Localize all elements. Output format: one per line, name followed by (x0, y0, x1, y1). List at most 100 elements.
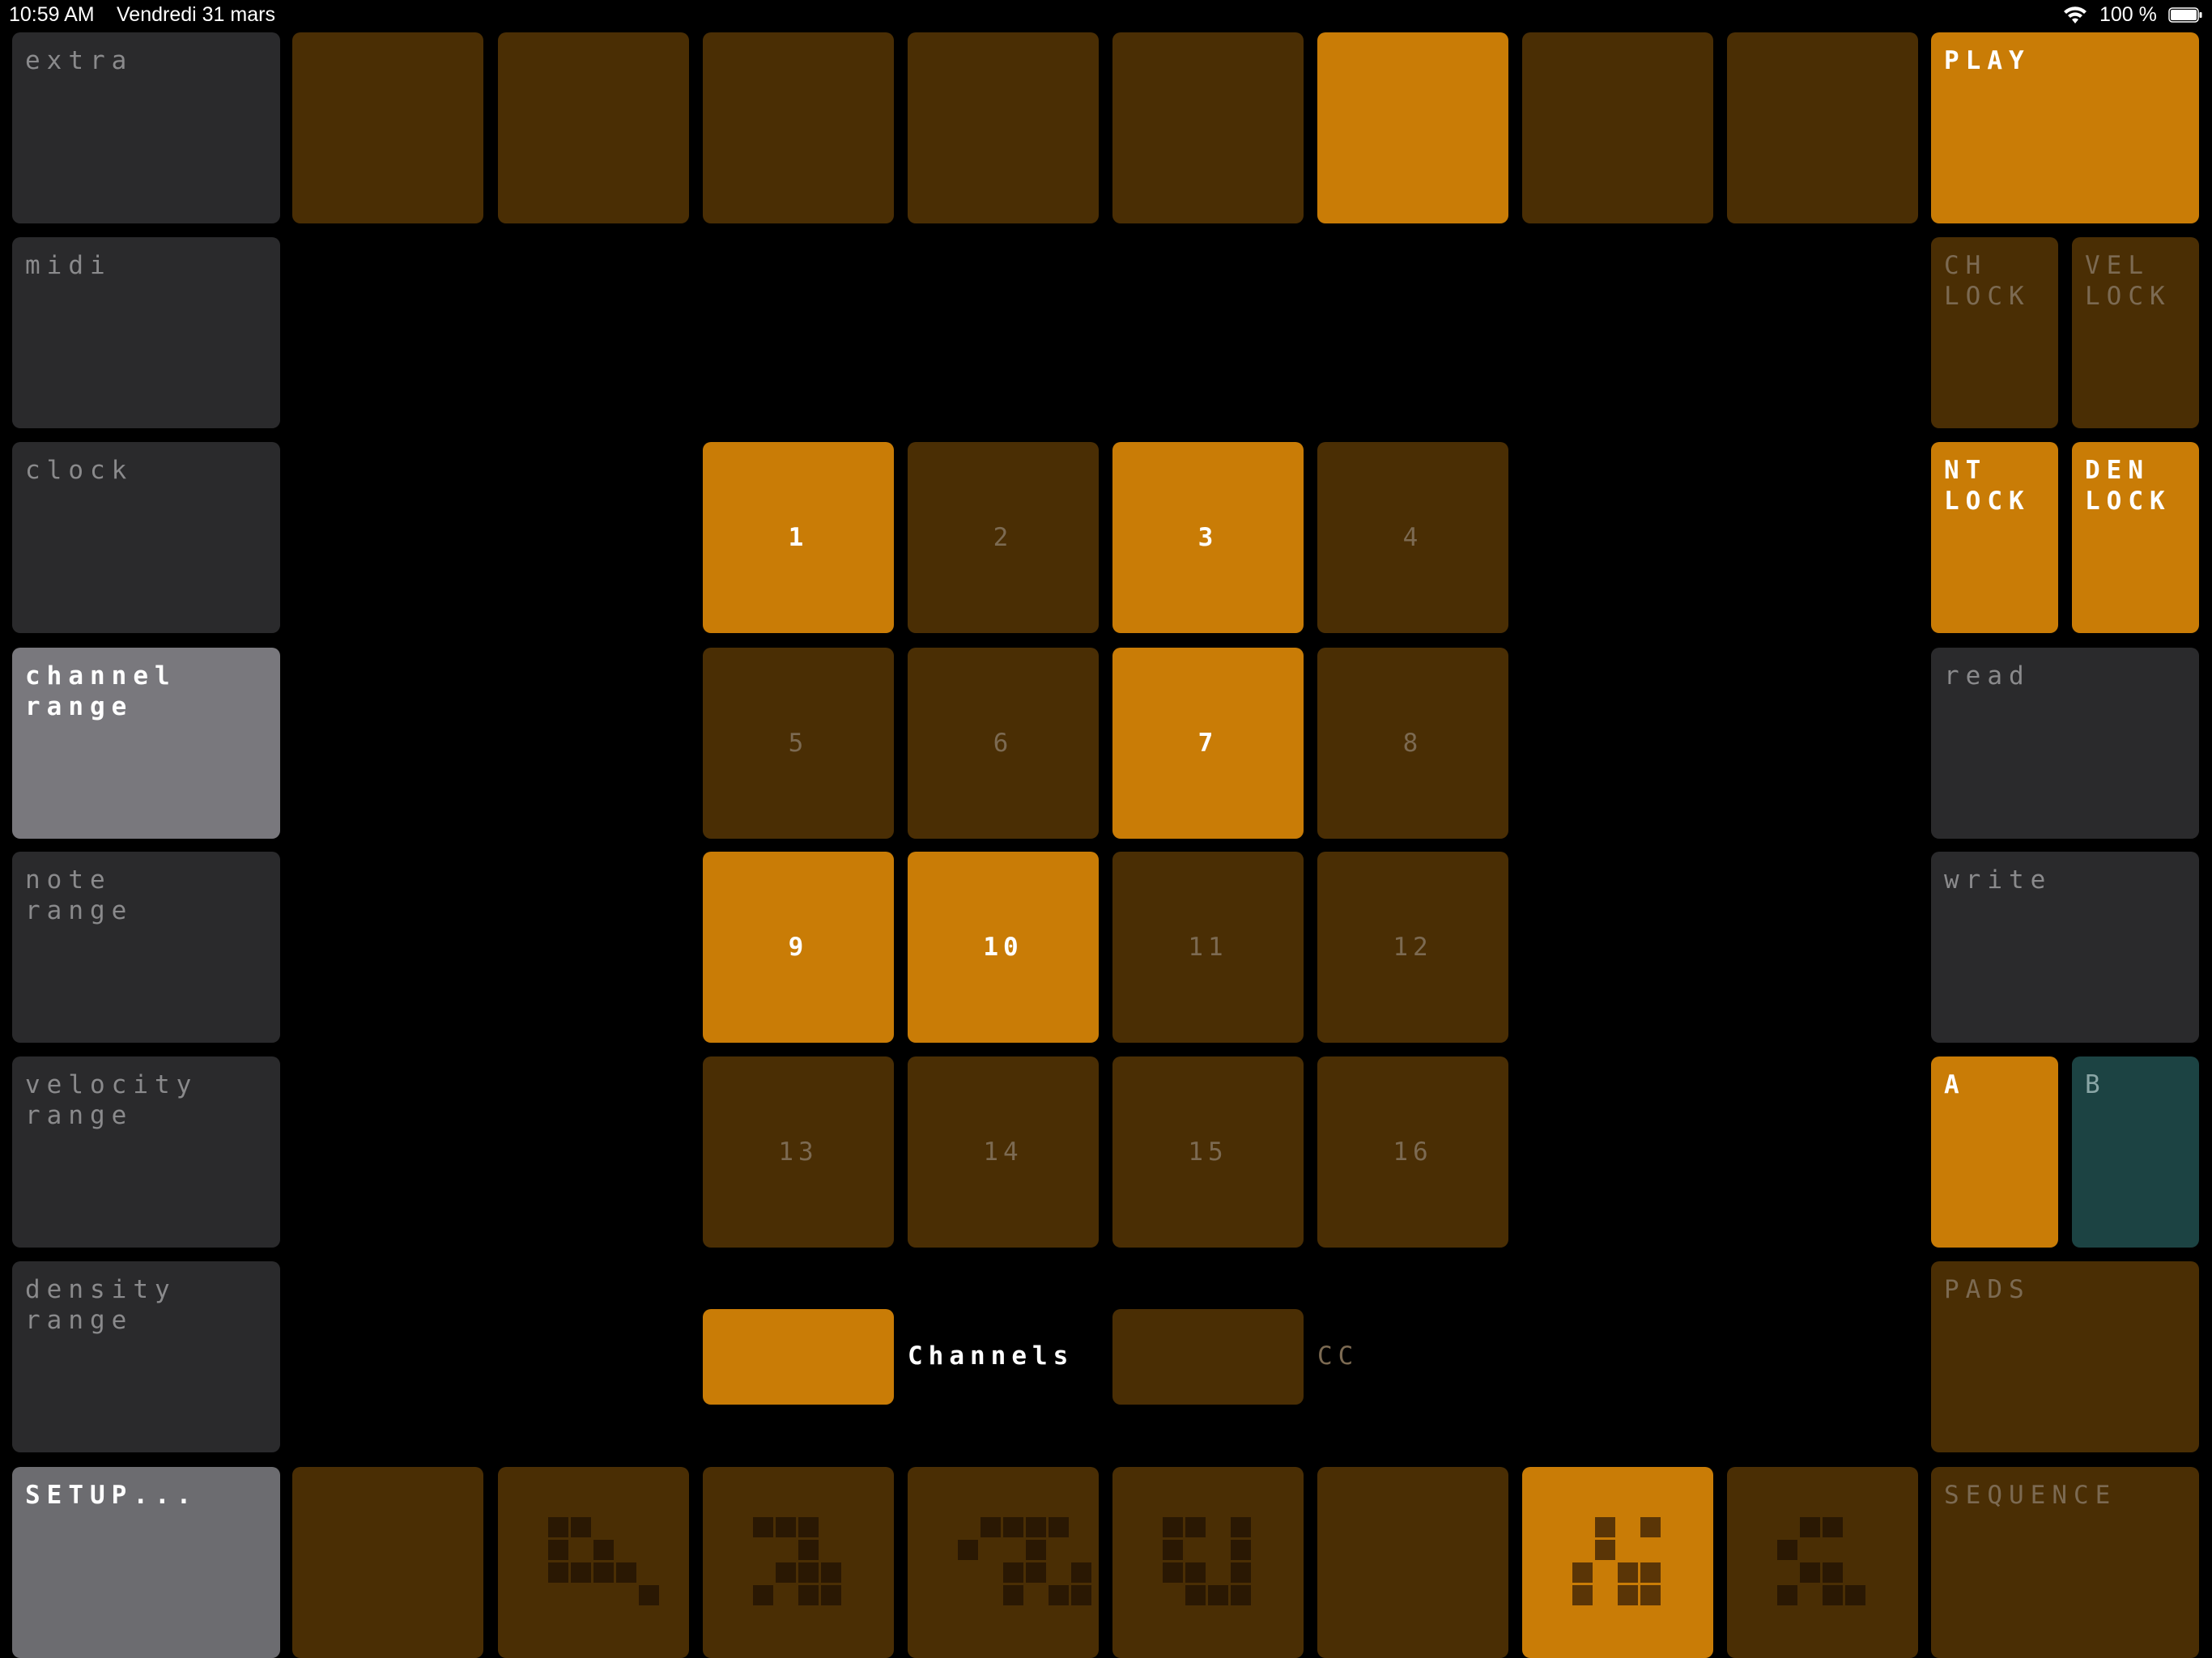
channel-pad-16[interactable]: 16 (1317, 1056, 1508, 1248)
sequence-button[interactable]: SEQUENCE (1931, 1467, 2199, 1658)
channel-pad-6[interactable]: 6 (908, 648, 1099, 839)
menu-item-label: channel range (25, 661, 177, 721)
glyph-cell (958, 1540, 978, 1560)
glyph-cell (798, 1540, 819, 1560)
channels-toggle-label: Channels (908, 1341, 1074, 1371)
channel-pad-label: 13 (778, 1137, 819, 1167)
wifi-icon (2064, 6, 2087, 23)
glyph-cell (1003, 1517, 1023, 1537)
lock-label: CH LOCK (1944, 251, 2031, 311)
glyph-cell (639, 1585, 659, 1605)
pattern-pad-5[interactable] (1112, 1467, 1304, 1658)
channel-pad-12[interactable]: 12 (1317, 852, 1508, 1043)
lock-button-2[interactable]: NT LOCK (1931, 442, 2058, 633)
top-pad-6[interactable] (1317, 32, 1508, 223)
glyph-cell (1640, 1517, 1661, 1537)
menu-item-4[interactable]: note range (12, 852, 280, 1043)
menu-item-1[interactable]: midi (12, 237, 280, 428)
cc-toggle[interactable] (1112, 1309, 1304, 1405)
menu-item-2[interactable]: clock (12, 442, 280, 633)
glyph-cell (1185, 1517, 1206, 1537)
menu-item-label: midi (25, 251, 112, 280)
top-pad-5[interactable] (1112, 32, 1304, 223)
pads-label: PADS (1944, 1275, 2031, 1304)
lock-label: NT LOCK (1944, 456, 2031, 516)
glyph-cell (1163, 1540, 1183, 1560)
channel-pad-14[interactable]: 14 (908, 1056, 1099, 1248)
lock-button-0[interactable]: CH LOCK (1931, 237, 2058, 428)
channel-pad-7[interactable]: 7 (1112, 648, 1304, 839)
menu-item-0[interactable]: extra (12, 32, 280, 223)
channel-pad-8[interactable]: 8 (1317, 648, 1508, 839)
pattern-pad-6[interactable] (1317, 1467, 1508, 1658)
pads-button[interactable]: PADS (1931, 1261, 2199, 1452)
top-pad-4[interactable] (908, 32, 1099, 223)
channel-pad-label: 5 (788, 729, 809, 758)
glyph-cell (981, 1517, 1001, 1537)
pattern-glyph-icon (548, 1517, 659, 1605)
channel-pad-label: 11 (1188, 933, 1228, 962)
lock-button-1[interactable]: VEL LOCK (2072, 237, 2199, 428)
pattern-pad-7[interactable] (1522, 1467, 1713, 1658)
channel-pad-5[interactable]: 5 (703, 648, 894, 839)
channel-pad-13[interactable]: 13 (703, 1056, 894, 1248)
channel-pad-10[interactable]: 10 (908, 852, 1099, 1043)
top-pad-3[interactable] (703, 32, 894, 223)
a-button[interactable]: A (1931, 1056, 2058, 1248)
glyph-cell (1208, 1585, 1228, 1605)
channel-pad-2[interactable]: 2 (908, 442, 1099, 633)
setup-button[interactable]: SETUP... (12, 1467, 280, 1658)
channel-pad-label: 3 (1197, 523, 1219, 552)
channel-pad-label: 8 (1402, 729, 1423, 758)
channel-pad-4[interactable]: 4 (1317, 442, 1508, 633)
setup-label: SETUP... (25, 1481, 198, 1510)
battery-icon (2168, 7, 2202, 23)
pattern-pad-2[interactable] (498, 1467, 689, 1658)
glyph-cell (1026, 1517, 1046, 1537)
channel-pad-label: 16 (1393, 1137, 1433, 1167)
glyph-cell (1572, 1585, 1593, 1605)
glyph-cell (1026, 1540, 1046, 1560)
top-pad-8[interactable] (1727, 32, 1918, 223)
pattern-pad-3[interactable] (703, 1467, 894, 1658)
glyph-cell (1640, 1562, 1661, 1583)
pattern-pad-4[interactable] (908, 1467, 1099, 1658)
status-date: Vendredi 31 mars (117, 3, 275, 26)
channel-pad-9[interactable]: 9 (703, 852, 894, 1043)
channel-pad-3[interactable]: 3 (1112, 442, 1304, 633)
menu-item-label: note range (25, 865, 134, 925)
channels-toggle[interactable] (703, 1309, 894, 1405)
glyph-cell (571, 1562, 591, 1583)
b-button[interactable]: B (2072, 1056, 2199, 1248)
channel-pad-label: 1 (788, 523, 809, 552)
lock-button-3[interactable]: DEN LOCK (2072, 442, 2199, 633)
channel-pad-11[interactable]: 11 (1112, 852, 1304, 1043)
glyph-cell (1231, 1517, 1251, 1537)
write-button[interactable]: write (1931, 852, 2199, 1043)
play-button[interactable]: PLAY (1931, 32, 2199, 223)
menu-item-5[interactable]: velocity range (12, 1056, 280, 1248)
pattern-glyph-icon (1572, 1517, 1661, 1605)
status-bar: 10:59 AM Vendredi 31 mars 100 % (0, 0, 2212, 29)
menu-item-label: clock (25, 456, 134, 485)
channel-pad-1[interactable]: 1 (703, 442, 894, 633)
glyph-cell (548, 1540, 568, 1560)
cc-toggle-label: CC (1317, 1341, 1359, 1371)
top-pad-1[interactable] (292, 32, 483, 223)
read-label: read (1944, 661, 2031, 691)
glyph-cell (1640, 1585, 1661, 1605)
top-pad-2[interactable] (498, 32, 689, 223)
channel-pad-15[interactable]: 15 (1112, 1056, 1304, 1248)
menu-item-6[interactable]: density range (12, 1261, 280, 1452)
glyph-cell (753, 1517, 773, 1537)
read-button[interactable]: read (1931, 648, 2199, 839)
top-pad-7[interactable] (1522, 32, 1713, 223)
channel-pad-label: 7 (1197, 729, 1219, 758)
pattern-pad-1[interactable] (292, 1467, 483, 1658)
glyph-cell (1071, 1585, 1091, 1605)
glyph-cell (593, 1562, 614, 1583)
glyph-cell (1800, 1562, 1820, 1583)
menu-item-3[interactable]: channel range (12, 648, 280, 839)
glyph-cell (821, 1585, 841, 1605)
pattern-pad-8[interactable] (1727, 1467, 1918, 1658)
